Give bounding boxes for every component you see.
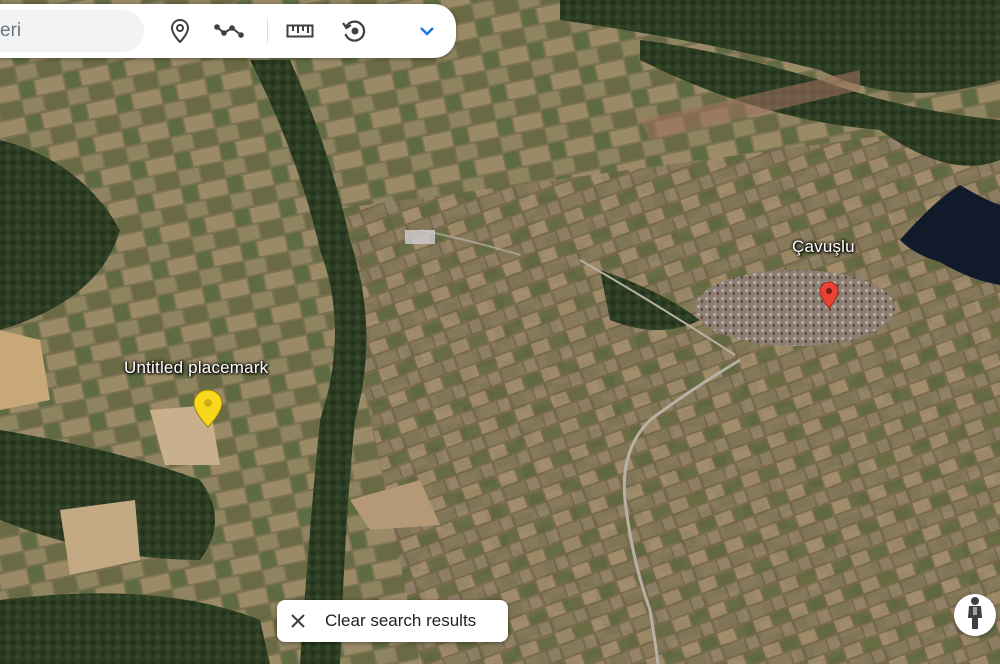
clear-search-label: Clear search results xyxy=(325,611,477,630)
toolbar-divider xyxy=(267,19,268,43)
placemark-pin-icon[interactable] xyxy=(193,389,223,434)
search-input[interactable]: eri xyxy=(0,10,144,52)
town-label[interactable]: Çavuşlu xyxy=(792,237,855,257)
close-icon xyxy=(289,612,307,630)
street-view-button[interactable] xyxy=(954,594,996,636)
clear-search-results-button[interactable]: Clear search results xyxy=(277,600,508,642)
ruler-icon[interactable] xyxy=(285,16,315,46)
pegman-icon xyxy=(964,596,986,635)
history-icon[interactable] xyxy=(339,16,369,46)
chevron-down-icon[interactable] xyxy=(412,16,442,46)
place-pin-icon[interactable] xyxy=(165,16,195,46)
route-path-icon[interactable] xyxy=(214,16,244,46)
satellite-map[interactable] xyxy=(0,0,1000,664)
town-pin-icon[interactable] xyxy=(819,281,839,314)
search-value: eri xyxy=(0,20,22,41)
map-toolbar: eri xyxy=(0,4,456,58)
placemark-label[interactable]: Untitled placemark xyxy=(124,358,268,378)
